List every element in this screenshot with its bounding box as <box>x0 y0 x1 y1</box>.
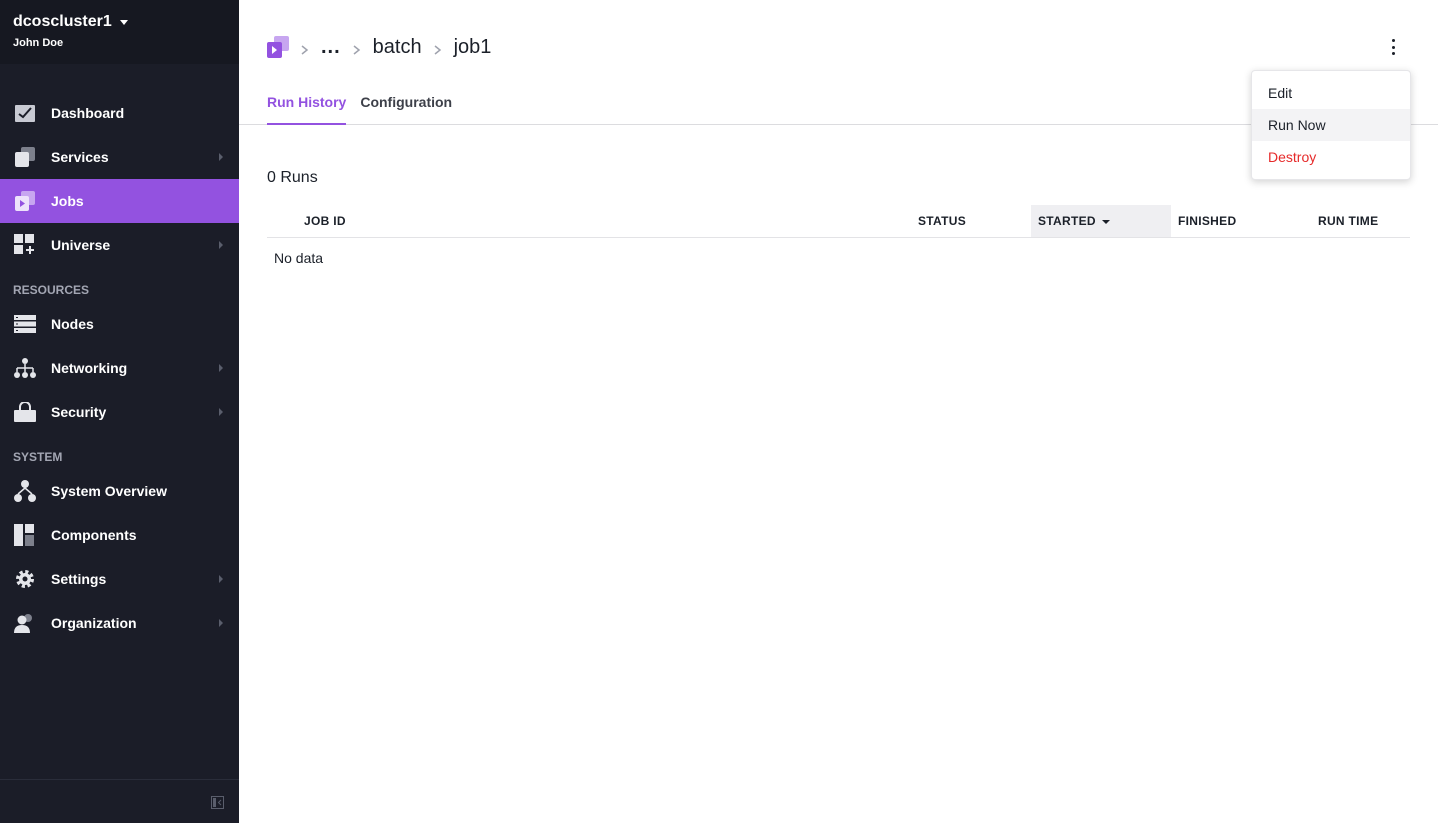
column-header-started[interactable]: STARTED <box>1031 205 1171 238</box>
user-name: John Doe <box>13 37 64 49</box>
organization-icon <box>14 612 36 634</box>
table-row: No data <box>267 237 1410 279</box>
sidebar-item-label: Jobs <box>51 193 84 209</box>
sidebar-item-universe[interactable]: Universe <box>0 223 239 267</box>
components-icon <box>14 524 36 546</box>
expand-column-header <box>267 205 297 238</box>
column-header-run-time[interactable]: RUN TIME <box>1311 205 1410 238</box>
sidebar-item-nodes[interactable]: Nodes <box>0 302 239 346</box>
sidebar-item-label: Networking <box>51 360 128 376</box>
table-header-row: JOB ID STATUS STARTED FINISHED RUN TIME <box>267 205 1410 238</box>
column-label: STATUS <box>918 213 967 228</box>
menu-item-edit[interactable]: Edit <box>1252 77 1410 109</box>
section-header-system: SYSTEM <box>13 450 63 464</box>
tab-run-history[interactable]: Run History <box>267 94 347 125</box>
sidebar-item-label: Universe <box>51 237 111 253</box>
sidebar-footer <box>0 779 239 823</box>
nodes-icon <box>14 313 36 335</box>
actions-dropdown-menu: Edit Run Now Destroy <box>1251 70 1411 180</box>
chevron-right-icon <box>219 241 223 249</box>
sidebar-item-organization[interactable]: Organization <box>0 601 239 645</box>
column-label: STARTED <box>1038 213 1096 228</box>
universe-icon <box>14 234 36 256</box>
runs-count: 0 Runs <box>267 169 318 186</box>
sidebar-item-label: Settings <box>51 571 107 587</box>
chevron-right-icon <box>219 408 223 416</box>
jobs-icon[interactable] <box>267 36 289 58</box>
column-label: RUN TIME <box>1318 213 1379 228</box>
runs-table: JOB ID STATUS STARTED FINISHED RUN TIME … <box>267 205 1410 279</box>
gear-icon <box>14 568 36 590</box>
dashboard-icon <box>14 102 36 124</box>
sidebar-item-components[interactable]: Components <box>0 513 239 557</box>
system-overview-icon <box>14 480 36 502</box>
breadcrumb-ellipsis[interactable]: ... <box>321 36 341 59</box>
runs-panel: 0 Runs JOB ID STATUS STARTED FINISHED RU… <box>239 169 1438 279</box>
column-header-job-id[interactable]: JOB ID <box>297 205 911 238</box>
collapse-sidebar-icon[interactable] <box>211 796 224 809</box>
chevron-right-icon <box>434 42 442 55</box>
sidebar-item-services[interactable]: Services <box>0 135 239 179</box>
sort-descending-icon <box>1101 219 1110 224</box>
column-header-status[interactable]: STATUS <box>911 205 1031 238</box>
chevron-right-icon <box>353 42 361 55</box>
chevron-right-icon <box>219 619 223 627</box>
breadcrumb-current: job1 <box>453 35 492 58</box>
tab-bar: Run History Configuration <box>267 94 466 125</box>
cluster-name-label: dcoscluster1 <box>13 13 112 30</box>
column-label: JOB ID <box>304 213 346 228</box>
services-icon <box>14 146 36 168</box>
primary-nav: Dashboard Services Jobs Universe RESOURC… <box>0 91 239 645</box>
sidebar-item-label: Dashboard <box>51 105 125 121</box>
chevron-right-icon <box>219 153 223 161</box>
sidebar-item-label: Security <box>51 404 107 420</box>
menu-item-run-now[interactable]: Run Now <box>1252 109 1410 141</box>
section-header-resources: RESOURCES <box>13 283 90 297</box>
networking-icon <box>14 357 36 379</box>
breadcrumb: ... batch job1 <box>267 34 503 60</box>
sidebar-item-label: Nodes <box>51 316 94 332</box>
sidebar-item-label: Components <box>51 527 137 543</box>
tab-configuration[interactable]: Configuration <box>360 94 452 125</box>
sidebar-item-networking[interactable]: Networking <box>0 346 239 390</box>
breadcrumb-parent[interactable]: batch <box>373 36 422 59</box>
menu-item-destroy[interactable]: Destroy <box>1252 141 1410 173</box>
cluster-header[interactable]: dcoscluster1 John Doe <box>0 0 239 64</box>
empty-state: No data <box>274 250 324 267</box>
chevron-right-icon <box>219 364 223 372</box>
lock-icon <box>14 401 36 423</box>
chevron-right-icon <box>301 42 309 55</box>
jobs-icon <box>14 190 36 212</box>
sidebar: dcoscluster1 John Doe Dashboard Services… <box>0 0 239 823</box>
sidebar-item-security[interactable]: Security <box>0 390 239 434</box>
cluster-name[interactable]: dcoscluster1 <box>13 13 226 31</box>
more-actions-icon[interactable] <box>1390 39 1396 55</box>
column-header-finished[interactable]: FINISHED <box>1171 205 1311 238</box>
sidebar-item-settings[interactable]: Settings <box>0 557 239 601</box>
sidebar-item-system-overview[interactable]: System Overview <box>0 469 239 513</box>
sidebar-item-dashboard[interactable]: Dashboard <box>0 91 239 135</box>
column-label: FINISHED <box>1178 213 1237 228</box>
sidebar-item-label: Services <box>51 149 109 165</box>
chevron-down-icon <box>119 19 128 25</box>
sidebar-item-label: Organization <box>51 615 137 631</box>
sidebar-item-label: System Overview <box>51 483 167 499</box>
sidebar-item-jobs[interactable]: Jobs <box>0 179 239 223</box>
chevron-right-icon <box>219 575 223 583</box>
